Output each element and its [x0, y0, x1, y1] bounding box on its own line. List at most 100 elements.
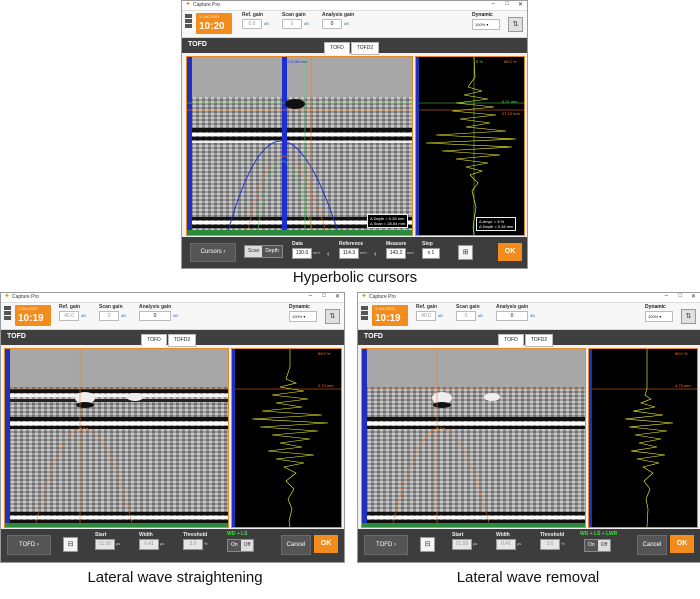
analysis-gain-input[interactable]: 0 — [139, 311, 171, 321]
minimize-icon[interactable]: – — [665, 293, 668, 299]
minimize-icon[interactable]: – — [492, 1, 495, 7]
width-field: Width 0.41 µs — [496, 532, 521, 550]
ascan-view[interactable]: 89.0 % 4.73 mm — [588, 348, 698, 528]
threshold-unit: % — [204, 541, 208, 546]
analysis-gain-input[interactable]: 0 — [322, 19, 342, 29]
wd-ls-off[interactable]: Off — [241, 540, 254, 551]
delta-scan-text: Δ Scan = 28.84 mm — [370, 221, 406, 226]
scan-gain-field: Scan gain 0 dB — [99, 304, 126, 321]
wd-ls-lwr-on[interactable]: On — [585, 540, 598, 551]
ascan-view[interactable]: 5 % 89.0 % 6.21 mm 27.13 mm Δ Ampl. = 5 … — [415, 56, 525, 236]
bscan-view[interactable] — [361, 348, 586, 528]
wd-ls-toggle[interactable]: On Off — [227, 539, 255, 552]
tab-tofd[interactable]: TOFD — [141, 334, 167, 347]
cancel-button[interactable]: Cancel — [637, 535, 667, 555]
measure-input[interactable]: 143.2 — [386, 248, 406, 259]
dynamic-select[interactable]: 100% ▾ — [472, 19, 500, 30]
bscan-graphic — [5, 349, 228, 527]
dynamic-select[interactable]: 100% ▾ — [645, 311, 673, 322]
scan-depth-toggle[interactable]: Scan Depth — [244, 245, 283, 258]
date-text: 1 Oct 2020 — [18, 306, 38, 311]
maximize-icon[interactable]: □ — [322, 293, 326, 299]
scan-gain-input[interactable]: 0 — [99, 311, 119, 321]
maximize-icon[interactable]: □ — [505, 1, 509, 7]
width-input[interactable]: 0.41 — [139, 539, 159, 550]
dynamic-value: 100% — [292, 314, 303, 319]
dynamic-field: Dynamic 100% ▾ — [289, 304, 317, 322]
ref-gain-input[interactable]: 0.0 — [242, 19, 262, 29]
ok-button[interactable]: OK — [314, 535, 338, 553]
bscan-view[interactable]: 174.36 mm Δ Depth = 0.28 mm Δ Scan = 28.… — [186, 56, 413, 236]
caption-hyperbolic-cursors: Hyperbolic cursors — [292, 269, 418, 286]
analysis-gain-label: Analysis gain — [322, 12, 355, 18]
reference-label: Reference — [339, 241, 364, 247]
tofd-mode-button[interactable]: TOFD › — [7, 535, 51, 555]
scan-position-label: 174.36 mm — [287, 59, 308, 64]
scan-toggle-option[interactable]: Scan — [245, 246, 262, 257]
measure-label: Measure — [386, 241, 407, 247]
ascan-depth-b: 27.13 mm — [502, 111, 520, 116]
tofd-mode-label: TOFD — [19, 542, 36, 548]
analysis-gain-field: Analysis gain 0 dB — [496, 304, 535, 321]
tab-tofd[interactable]: TOFD — [498, 334, 524, 347]
clock-badge: 1 Oct 2020 10:19 — [372, 305, 408, 326]
width-label: Width — [496, 532, 510, 538]
tab-tofd2[interactable]: TOFD2 — [351, 42, 379, 55]
close-icon[interactable]: ✕ — [335, 293, 340, 300]
ref-gain-input[interactable]: 40.0 — [416, 311, 436, 321]
threshold-input[interactable]: 3.0 — [540, 539, 560, 550]
ascan-depth: 4.73 mm — [318, 383, 334, 388]
start-label: Start — [95, 532, 107, 538]
ascan-graphic — [416, 57, 524, 235]
ok-button[interactable]: OK — [670, 535, 694, 553]
reference-prev-icon[interactable]: ‹ — [327, 251, 329, 258]
tab-tofd[interactable]: TOFD — [324, 42, 350, 55]
ref-gain-input[interactable]: 40.0 — [59, 311, 79, 321]
tab-tofd2[interactable]: TOFD2 — [525, 334, 553, 347]
measure-prev-icon[interactable]: ‹ — [374, 251, 376, 258]
wd-ls-on[interactable]: On — [228, 540, 241, 551]
swap-icon[interactable]: ⇅ — [325, 309, 340, 324]
ok-button[interactable]: OK — [498, 243, 522, 261]
scan-gain-input[interactable]: 0 — [456, 311, 476, 321]
app-title: Capture Pro — [369, 294, 396, 300]
swap-icon[interactable]: ⇅ — [508, 17, 523, 32]
ref-gain-label: Ref. gain — [59, 304, 81, 310]
ref-gain-field: Ref. gain 40.0 dB — [416, 304, 443, 321]
grid-icon[interactable]: ⊞ — [458, 245, 473, 260]
cancel-button[interactable]: Cancel — [281, 535, 311, 555]
wd-ls-label: WD + LS — [227, 531, 248, 537]
straighten-icon[interactable]: ⊟ — [63, 537, 78, 552]
tab-tofd2[interactable]: TOFD2 — [168, 334, 196, 347]
threshold-input[interactable]: 3.0 — [183, 539, 203, 550]
depth-toggle-option[interactable]: Depth — [262, 246, 282, 257]
dynamic-select[interactable]: 100% ▾ — [289, 311, 317, 322]
close-icon[interactable]: ✕ — [691, 293, 696, 300]
ascan-depth-a: 6.21 mm — [502, 99, 518, 104]
analysis-gain-input[interactable]: 0 — [496, 311, 528, 321]
start-input[interactable]: 21.00 — [452, 539, 472, 550]
start-input[interactable]: 21.00 — [95, 539, 115, 550]
cursors-button[interactable]: Cursors › — [190, 243, 236, 262]
title-bar: ✦ Capture Pro – □ ✕ — [182, 1, 527, 11]
scan-gain-input[interactable]: 0 — [282, 19, 302, 29]
bscan-view[interactable] — [4, 348, 229, 528]
reference-input[interactable]: 114.3 — [339, 248, 359, 259]
app-title: Capture Pro — [193, 2, 220, 8]
wd-ls-lwr-off[interactable]: Off — [598, 540, 611, 551]
battery-icon — [4, 306, 12, 321]
maximize-icon[interactable]: □ — [678, 293, 682, 299]
dynamic-label: Dynamic — [472, 12, 493, 18]
swap-icon[interactable]: ⇅ — [681, 309, 696, 324]
step-input[interactable]: x 1 — [422, 248, 440, 259]
wd-ls-lwr-toggle[interactable]: On Off — [584, 539, 612, 552]
minimize-icon[interactable]: – — [309, 293, 312, 299]
straighten-icon[interactable]: ⊟ — [420, 537, 435, 552]
caption-lateral-wave-removal: Lateral wave removal — [456, 569, 600, 586]
width-input[interactable]: 0.41 — [496, 539, 516, 550]
tofd-mode-button[interactable]: TOFD › — [364, 535, 408, 555]
close-icon[interactable]: ✕ — [518, 1, 523, 8]
data-field: Data 130.0 mm — [292, 241, 320, 259]
data-input[interactable]: 130.0 — [292, 248, 312, 259]
ascan-view[interactable]: 89.0 % 4.73 mm — [231, 348, 342, 528]
